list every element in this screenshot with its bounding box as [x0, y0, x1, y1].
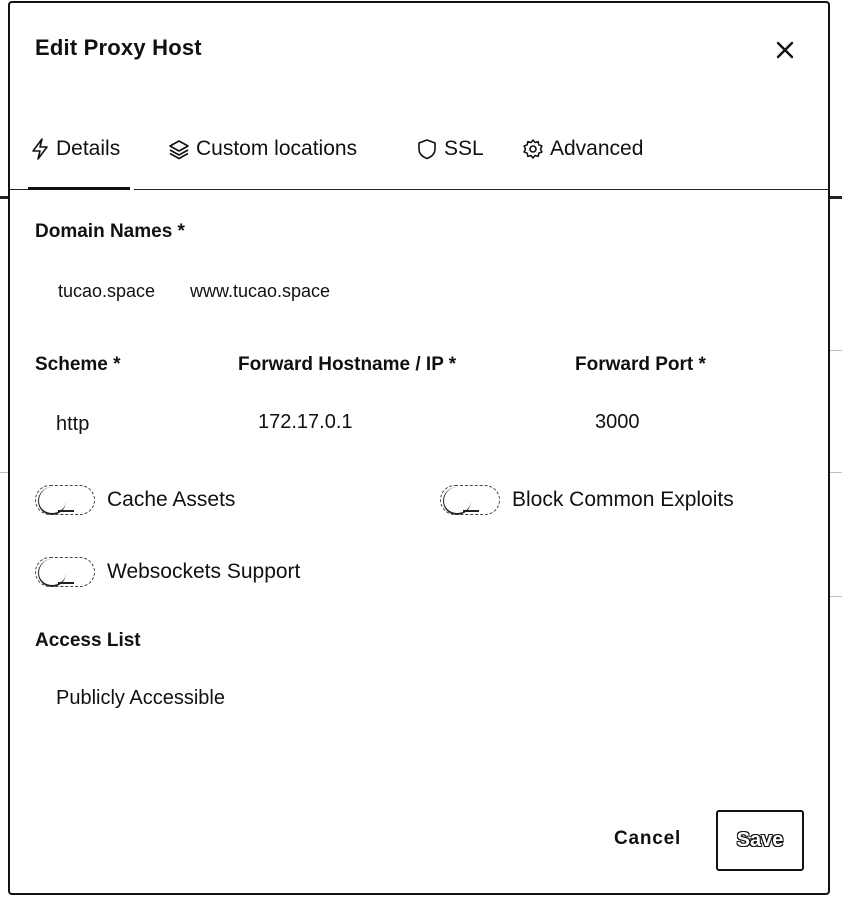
access-list-select[interactable]: Publicly Accessible [56, 687, 225, 710]
tab-ssl[interactable]: SSL [416, 129, 484, 169]
domain-names-label: Domain Names * [35, 221, 185, 242]
tab-custom-locations[interactable]: Custom locations [168, 129, 357, 169]
save-button[interactable]: Save [716, 810, 804, 871]
background-divider [830, 196, 842, 199]
toggle-track [58, 582, 74, 584]
background-divider [830, 472, 842, 473]
tab-label: Advanced [550, 137, 644, 160]
dialog-title: Edit Proxy Host [35, 35, 202, 60]
forward-port-input[interactable]: 3000 [595, 411, 640, 434]
bolt-icon [32, 138, 48, 160]
tab-bar: Details Custom locations SSL Advanced [10, 121, 828, 190]
tab-indicator-gap [130, 187, 134, 190]
domain-name-chip[interactable]: www.tucao.space [190, 281, 330, 302]
websockets-support-label: Websockets Support [107, 560, 301, 583]
shield-icon [418, 139, 436, 160]
tab-advanced[interactable]: Advanced [522, 129, 643, 169]
gear-icon [523, 139, 543, 159]
close-button[interactable] [770, 35, 800, 65]
toggle-track [58, 510, 74, 512]
forward-hostname-label: Forward Hostname / IP * [238, 354, 457, 375]
tab-details[interactable]: Details [30, 129, 120, 169]
cancel-button[interactable]: Cancel [614, 828, 681, 850]
active-tab-indicator [28, 187, 130, 190]
tab-label: SSL [444, 137, 484, 160]
access-list-label: Access List [35, 630, 141, 651]
scheme-label: Scheme * [35, 354, 121, 375]
cache-assets-toggle[interactable] [35, 485, 95, 515]
edit-proxy-host-dialog: Edit Proxy Host Details Custom locations… [8, 1, 830, 895]
block-common-exploits-toggle[interactable] [440, 485, 500, 515]
cache-assets-label: Cache Assets [107, 488, 236, 511]
scheme-select[interactable]: http [56, 413, 89, 436]
layers-icon [169, 140, 189, 160]
websockets-support-toggle[interactable] [35, 557, 95, 587]
close-icon [776, 41, 794, 59]
tab-label: Custom locations [196, 137, 358, 160]
tab-label: Details [56, 137, 121, 160]
block-common-exploits-label: Block Common Exploits [512, 488, 734, 511]
domain-name-chip[interactable]: tucao.space [58, 281, 155, 302]
forward-port-label: Forward Port * [575, 354, 706, 375]
toggle-track [463, 510, 479, 512]
background-divider [830, 596, 842, 597]
background-divider [830, 350, 842, 351]
forward-hostname-input[interactable]: 172.17.0.1 [258, 411, 353, 434]
